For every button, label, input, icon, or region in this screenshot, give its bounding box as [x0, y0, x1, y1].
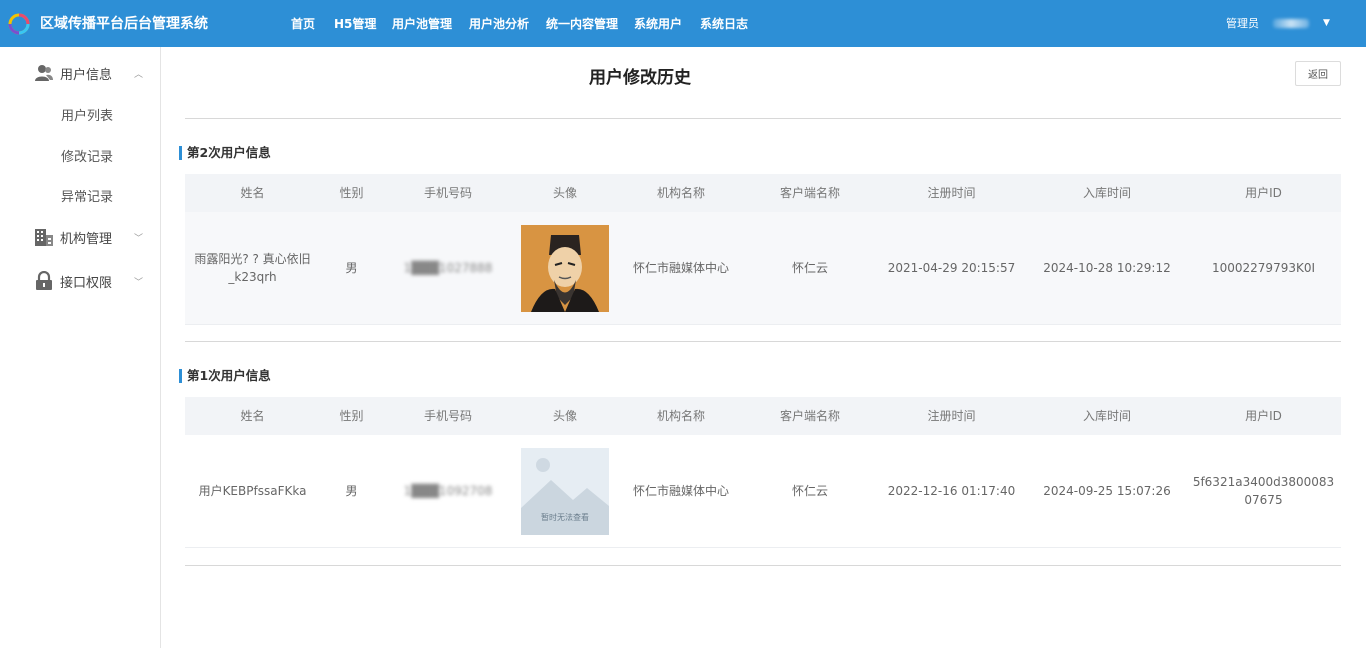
user-menu[interactable]: 管理员 ▼: [1226, 15, 1330, 31]
table-header: 姓名 性别 手机号码 头像 机构名称 客户端名称 注册时间 入库时间 用户ID: [185, 397, 1341, 435]
cell-register-time: 2021-04-29 20:15:57: [887, 261, 1016, 275]
column-header: 头像: [552, 186, 577, 200]
cell-avatar: 暂时无法查看: [513, 447, 617, 535]
sidebar-group-api-permissions[interactable]: 接口权限 ﹀: [0, 261, 160, 301]
cell-user-id: 10002279793K0I: [1211, 261, 1316, 275]
sidebar-item-label: 异常记录: [61, 189, 114, 205]
chevron-down-icon: ﹀: [134, 277, 144, 288]
sidebar-item-edit-records[interactable]: 修改记录: [0, 135, 160, 175]
column-header: 客户端名称: [779, 409, 840, 423]
app-title: 区域传播平台后台管理系统: [40, 16, 208, 32]
history-table: 姓名 性别 手机号码 头像 机构名称 客户端名称 注册时间 入库时间 用户ID …: [185, 174, 1341, 325]
column-header: 机构名称: [656, 186, 705, 200]
lock-icon: [36, 271, 52, 290]
cell-phone: 1███1092708: [403, 484, 493, 498]
nav-user-pool[interactable]: 用户池管理: [392, 15, 469, 32]
cell-import-time: 2024-10-28 10:29:12: [1043, 261, 1171, 275]
chevron-up-icon: ︿: [134, 69, 144, 80]
chevron-down-icon: ﹀: [134, 233, 144, 244]
cell-client: 怀仁云: [791, 261, 828, 275]
sidebar-item-anomaly-records[interactable]: 异常记录: [0, 175, 160, 215]
logo-icon: [8, 13, 30, 35]
sidebar-group-org[interactable]: 机构管理 ﹀: [0, 217, 160, 257]
column-header: 手机号码: [423, 409, 472, 423]
sidebar-item-label: 修改记录: [61, 149, 114, 165]
cell-register-time: 2022-12-16 01:17:40: [887, 484, 1016, 498]
sidebar-group-label: 接口权限: [60, 275, 113, 291]
cell-avatar: [513, 224, 617, 312]
cell-org: 怀仁市融媒体中心: [632, 261, 729, 275]
nav-content[interactable]: 统一内容管理: [546, 15, 634, 32]
cell-gender: 男: [345, 484, 358, 498]
column-header: 姓名: [240, 409, 265, 423]
sidebar: 用户信息 ︿ 用户列表 修改记录 异常记录 机构管理 ﹀ 接口权限 ﹀: [0, 47, 161, 648]
column-header: 用户ID: [1245, 186, 1282, 200]
nav-system-logs[interactable]: 系统日志: [700, 15, 760, 32]
user-name-redacted: [1273, 18, 1309, 28]
cell-phone: 1███1027888: [403, 261, 493, 275]
column-header: 注册时间: [927, 186, 976, 200]
cell-name: 用户KEBPfssaFKka: [198, 484, 307, 498]
caret-down-icon[interactable]: ▼: [1323, 18, 1330, 28]
cell-org: 怀仁市融媒体中心: [632, 484, 729, 498]
sidebar-item-label: 用户列表: [61, 108, 114, 124]
column-header: 客户端名称: [779, 186, 840, 200]
user-role: 管理员: [1226, 17, 1259, 30]
nav-user-pool-analysis[interactable]: 用户池分析: [469, 15, 546, 32]
nav-h5[interactable]: H5管理: [334, 15, 392, 32]
back-button[interactable]: 返回: [1295, 61, 1341, 86]
user-icon: [35, 65, 53, 81]
sidebar-group-user-info[interactable]: 用户信息 ︿: [0, 53, 160, 93]
page-title: 用户修改历史: [589, 68, 691, 88]
sidebar-item-user-list[interactable]: 用户列表: [0, 94, 160, 134]
section-title: 第1次用户信息: [179, 369, 271, 383]
sidebar-group-label: 机构管理: [60, 231, 113, 247]
column-header: 性别: [339, 409, 364, 423]
placeholder-text: 暂时无法查看: [541, 512, 589, 522]
divider: [185, 118, 1341, 119]
placeholder-avatar[interactable]: 暂时无法查看: [521, 447, 609, 535]
portrait-avatar[interactable]: [521, 224, 609, 312]
column-header: 姓名: [240, 186, 265, 200]
column-header: 用户ID: [1245, 409, 1282, 423]
cell-client: 怀仁云: [791, 484, 828, 498]
column-header: 入库时间: [1082, 409, 1131, 423]
cell-user-id: 5f6321a3400d380008307675: [1192, 475, 1335, 507]
nav-system-users[interactable]: 系统用户: [634, 15, 700, 32]
cell-import-time: 2024-09-25 15:07:26: [1043, 484, 1171, 498]
column-header: 头像: [552, 409, 577, 423]
column-header: 手机号码: [423, 186, 472, 200]
cell-gender: 男: [345, 261, 358, 275]
nav-home[interactable]: 首页: [291, 15, 334, 32]
main-nav: 首页 H5管理 用户池管理 用户池分析 统一内容管理 系统用户 系统日志: [291, 15, 760, 32]
column-header: 性别: [339, 186, 364, 200]
divider: [185, 341, 1341, 342]
table-row: 用户KEBPfssaFKka 男 1███1092708 暂时无法查看 怀仁市融…: [185, 435, 1341, 548]
table-header: 姓名 性别 手机号码 头像 机构名称 客户端名称 注册时间 入库时间 用户ID: [185, 174, 1341, 212]
divider: [185, 565, 1341, 566]
top-navbar: 区域传播平台后台管理系统 首页 H5管理 用户池管理 用户池分析 统一内容管理 …: [0, 0, 1366, 47]
column-header: 入库时间: [1082, 186, 1131, 200]
sidebar-group-label: 用户信息: [60, 67, 113, 83]
section-title: 第2次用户信息: [179, 146, 271, 160]
history-table: 姓名 性别 手机号码 头像 机构名称 客户端名称 注册时间 入库时间 用户ID …: [185, 397, 1341, 548]
building-icon: [35, 229, 53, 246]
column-header: 机构名称: [656, 409, 705, 423]
cell-name: 雨露阳光? ? 真心依旧_k23qrh: [194, 252, 311, 284]
column-header: 注册时间: [927, 409, 976, 423]
table-row: 雨露阳光? ? 真心依旧_k23qrh 男 1███1027888 怀仁市融媒体…: [185, 212, 1341, 325]
